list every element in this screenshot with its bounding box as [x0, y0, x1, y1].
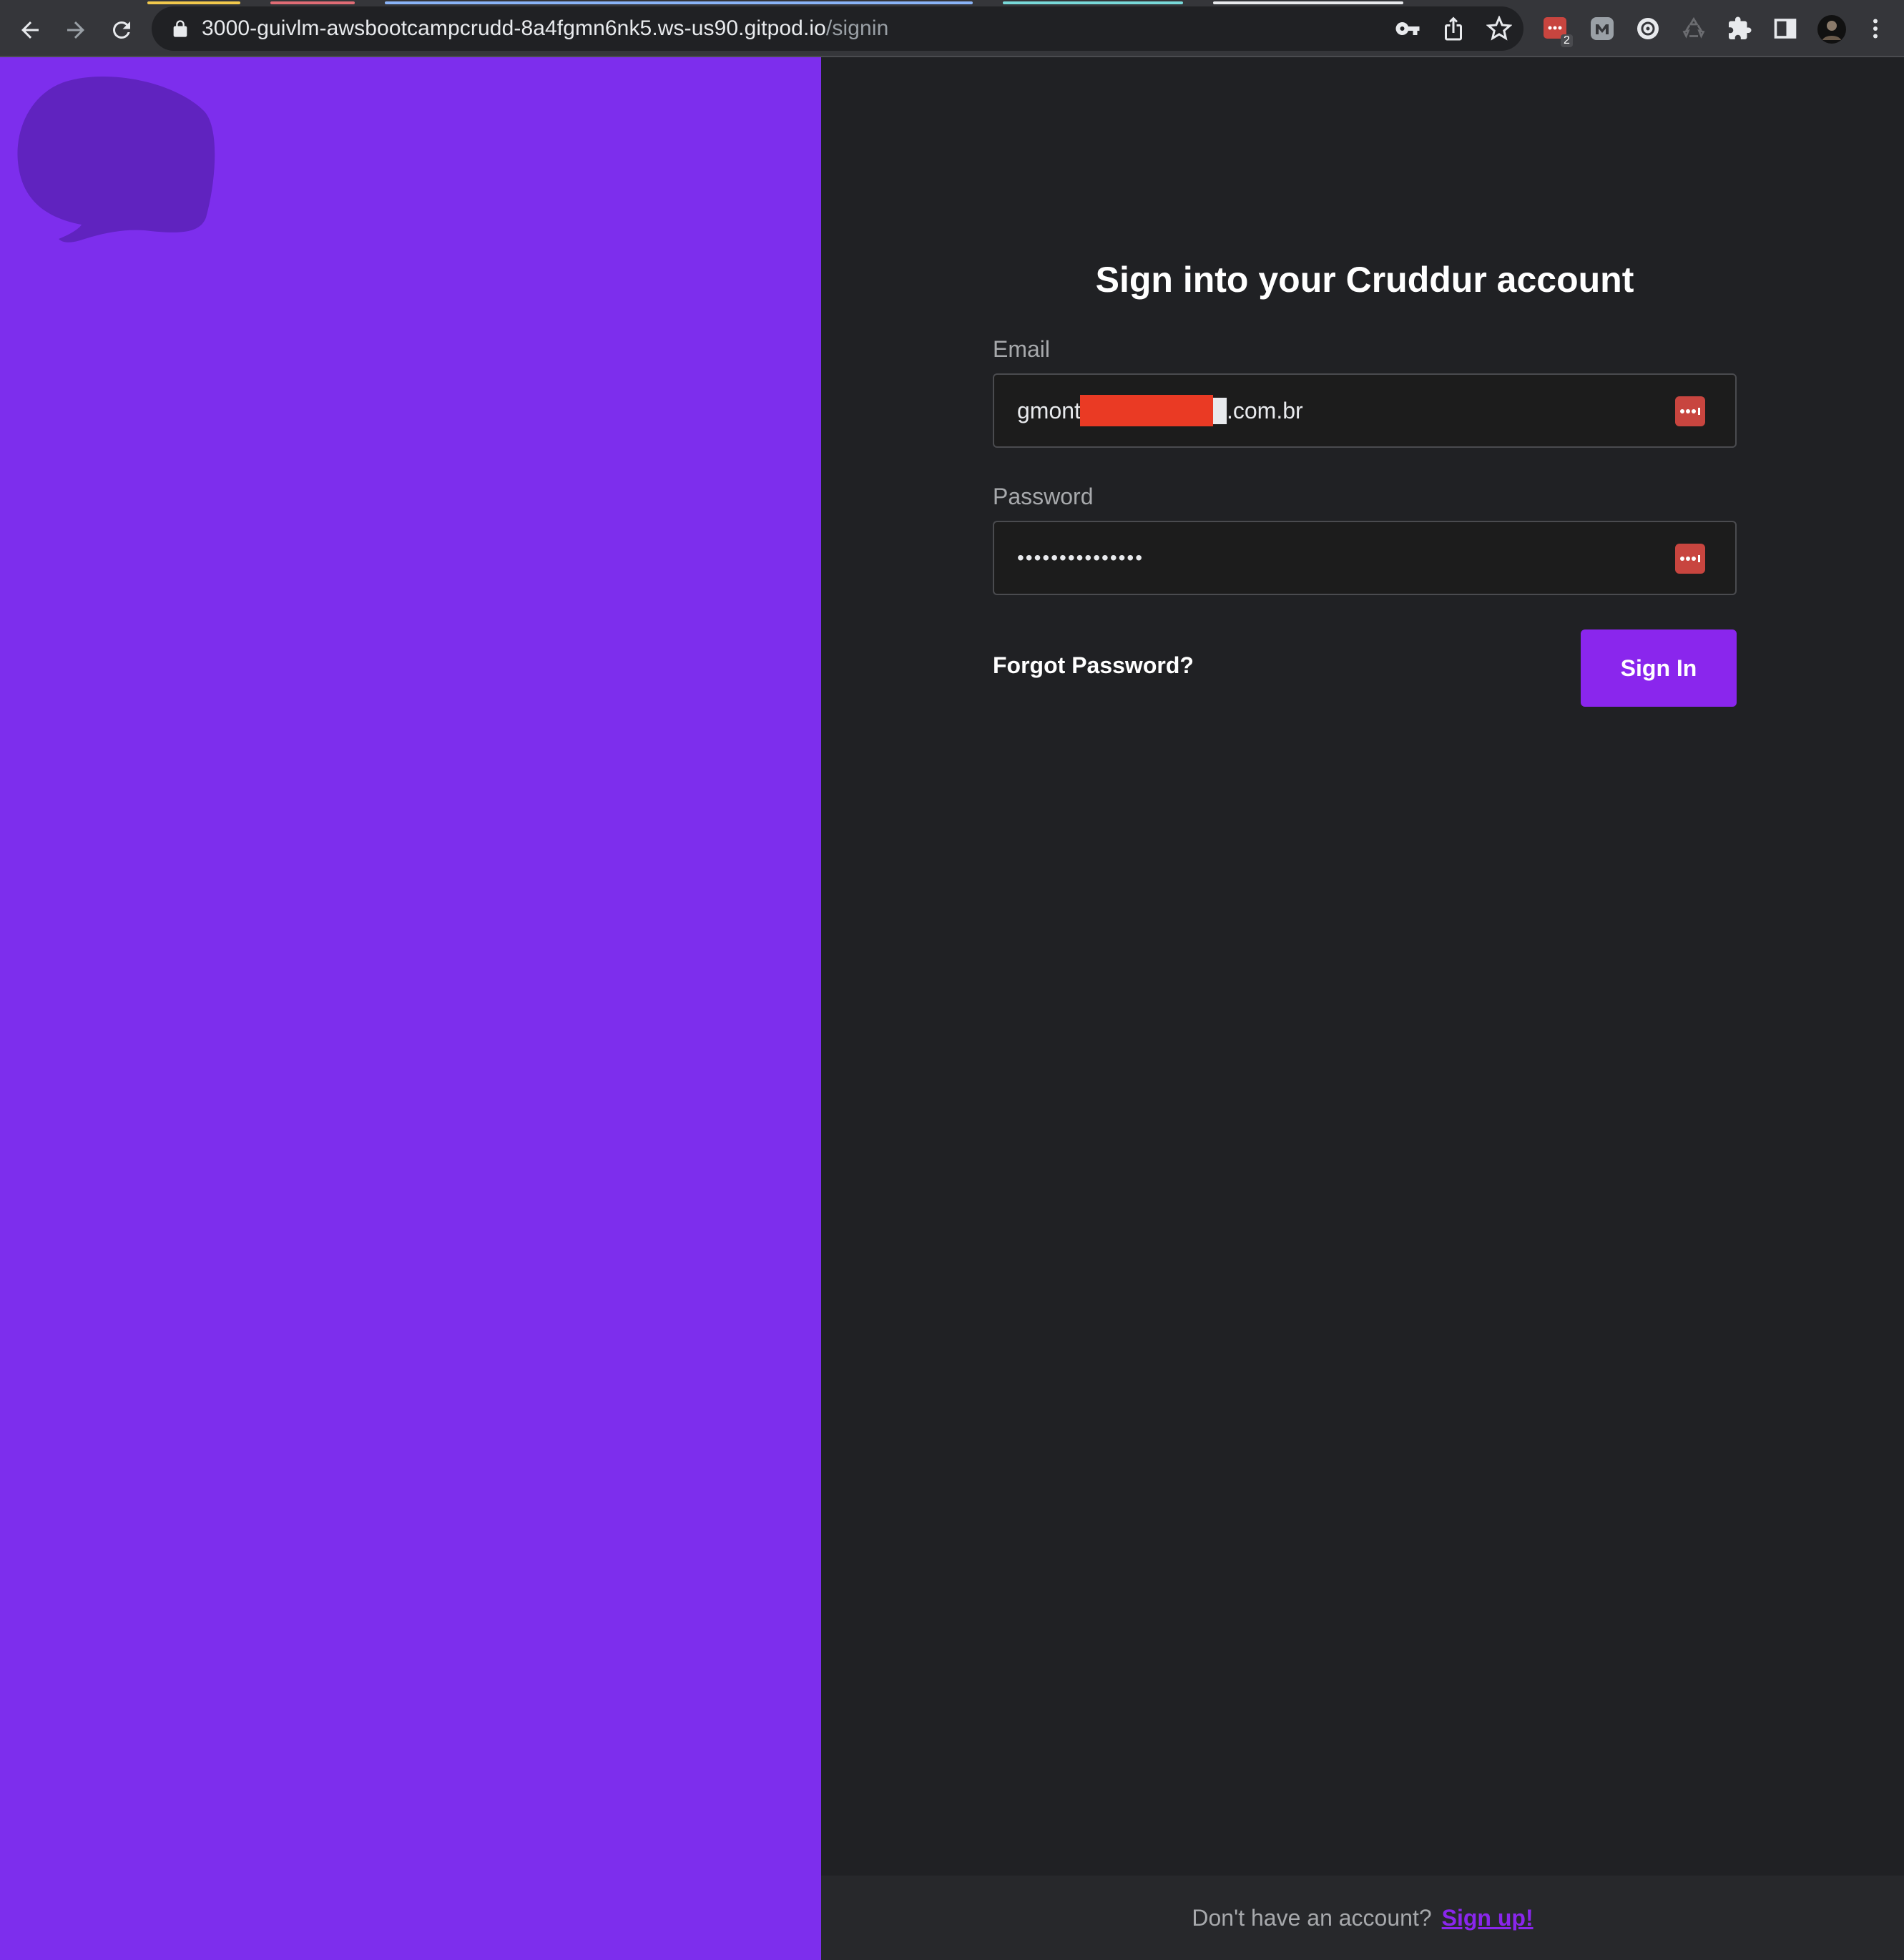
profile-button[interactable] — [1817, 14, 1847, 44]
signup-footer: Don't have an account? Sign up! — [821, 1876, 1904, 1960]
brand-panel — [0, 57, 821, 1960]
password-manager-extension[interactable]: 2 — [1544, 16, 1573, 47]
no-account-text: Don't have an account? — [1192, 1905, 1432, 1931]
reload-icon — [113, 21, 130, 39]
side-panel-button[interactable] — [1772, 16, 1798, 41]
page-title: Sign into your Cruddur account — [1095, 260, 1634, 300]
address-bar[interactable]: 3000-guivlm-awsbootcampcrudd-8a4fgmn6nk5… — [152, 6, 1523, 51]
extensions-button[interactable] — [1727, 16, 1752, 41]
browser-toolbar: 3000-guivlm-awsbootcampcrudd-8a4fgmn6nk5… — [0, 0, 1904, 57]
forgot-password-link[interactable]: Forgot Password? — [993, 652, 1194, 679]
url-host: 3000-guivlm-awsbootcampcrudd-8a4fgmn6nk5… — [202, 16, 826, 40]
back-button[interactable] — [9, 9, 51, 52]
password-field-wrapper — [993, 521, 1737, 595]
tab-indicator[interactable] — [1003, 1, 1183, 4]
globe-extension[interactable] — [1635, 16, 1661, 41]
profile-avatar — [1817, 15, 1846, 44]
browser-menu-button[interactable] — [1863, 16, 1888, 41]
share-icon[interactable] — [1441, 16, 1466, 41]
tab-indicator[interactable] — [147, 1, 240, 4]
m-extension[interactable] — [1589, 16, 1615, 41]
signin-panel: Sign into your Cruddur account Email Pas… — [821, 57, 1904, 1960]
redaction-box — [1080, 395, 1213, 426]
forward-button[interactable] — [54, 9, 97, 52]
menu-kebab-icon — [1873, 19, 1878, 39]
url-text[interactable]: 3000-guivlm-awsbootcampcrudd-8a4fgmn6nk5… — [202, 16, 888, 41]
tab-strip[interactable] — [0, 0, 1904, 6]
tab-indicator[interactable] — [270, 1, 355, 4]
sign-in-button[interactable]: Sign In — [1581, 629, 1737, 707]
password-manager-icon[interactable] — [1675, 396, 1705, 426]
lock-icon[interactable] — [170, 19, 190, 39]
key-icon[interactable] — [1395, 16, 1420, 41]
puzzle-extension-icon — [1729, 16, 1752, 39]
sign-up-link[interactable]: Sign up! — [1442, 1905, 1533, 1931]
tab-indicator[interactable] — [385, 1, 973, 4]
form-actions: Forgot Password? Sign In — [993, 629, 1737, 707]
m-extension-icon — [1591, 17, 1614, 40]
globe-extension-icon — [1637, 18, 1659, 39]
password-manager-icon[interactable] — [1675, 544, 1705, 574]
password-label: Password — [993, 484, 1094, 509]
signin-page: Sign into your Cruddur account Email Pas… — [0, 57, 1904, 1960]
reload-button[interactable] — [100, 9, 143, 52]
recycle-extension-icon — [1682, 16, 1705, 39]
star-icon[interactable] — [1486, 16, 1512, 41]
signin-form: Sign into your Cruddur account Email Pas… — [993, 255, 1737, 707]
email-field-wrapper — [993, 373, 1737, 448]
side-panel-icon — [1774, 19, 1797, 39]
tab-indicator[interactable] — [1213, 1, 1403, 4]
back-icon — [21, 21, 39, 39]
recycle-extension[interactable] — [1681, 16, 1707, 41]
url-path: /signin — [825, 16, 889, 40]
cruddur-logo-icon — [17, 77, 215, 242]
email-label: Email — [993, 336, 1051, 362]
extension-badge: 2 — [1561, 34, 1573, 47]
forward-icon — [67, 21, 84, 39]
password-field[interactable] — [994, 522, 1735, 594]
